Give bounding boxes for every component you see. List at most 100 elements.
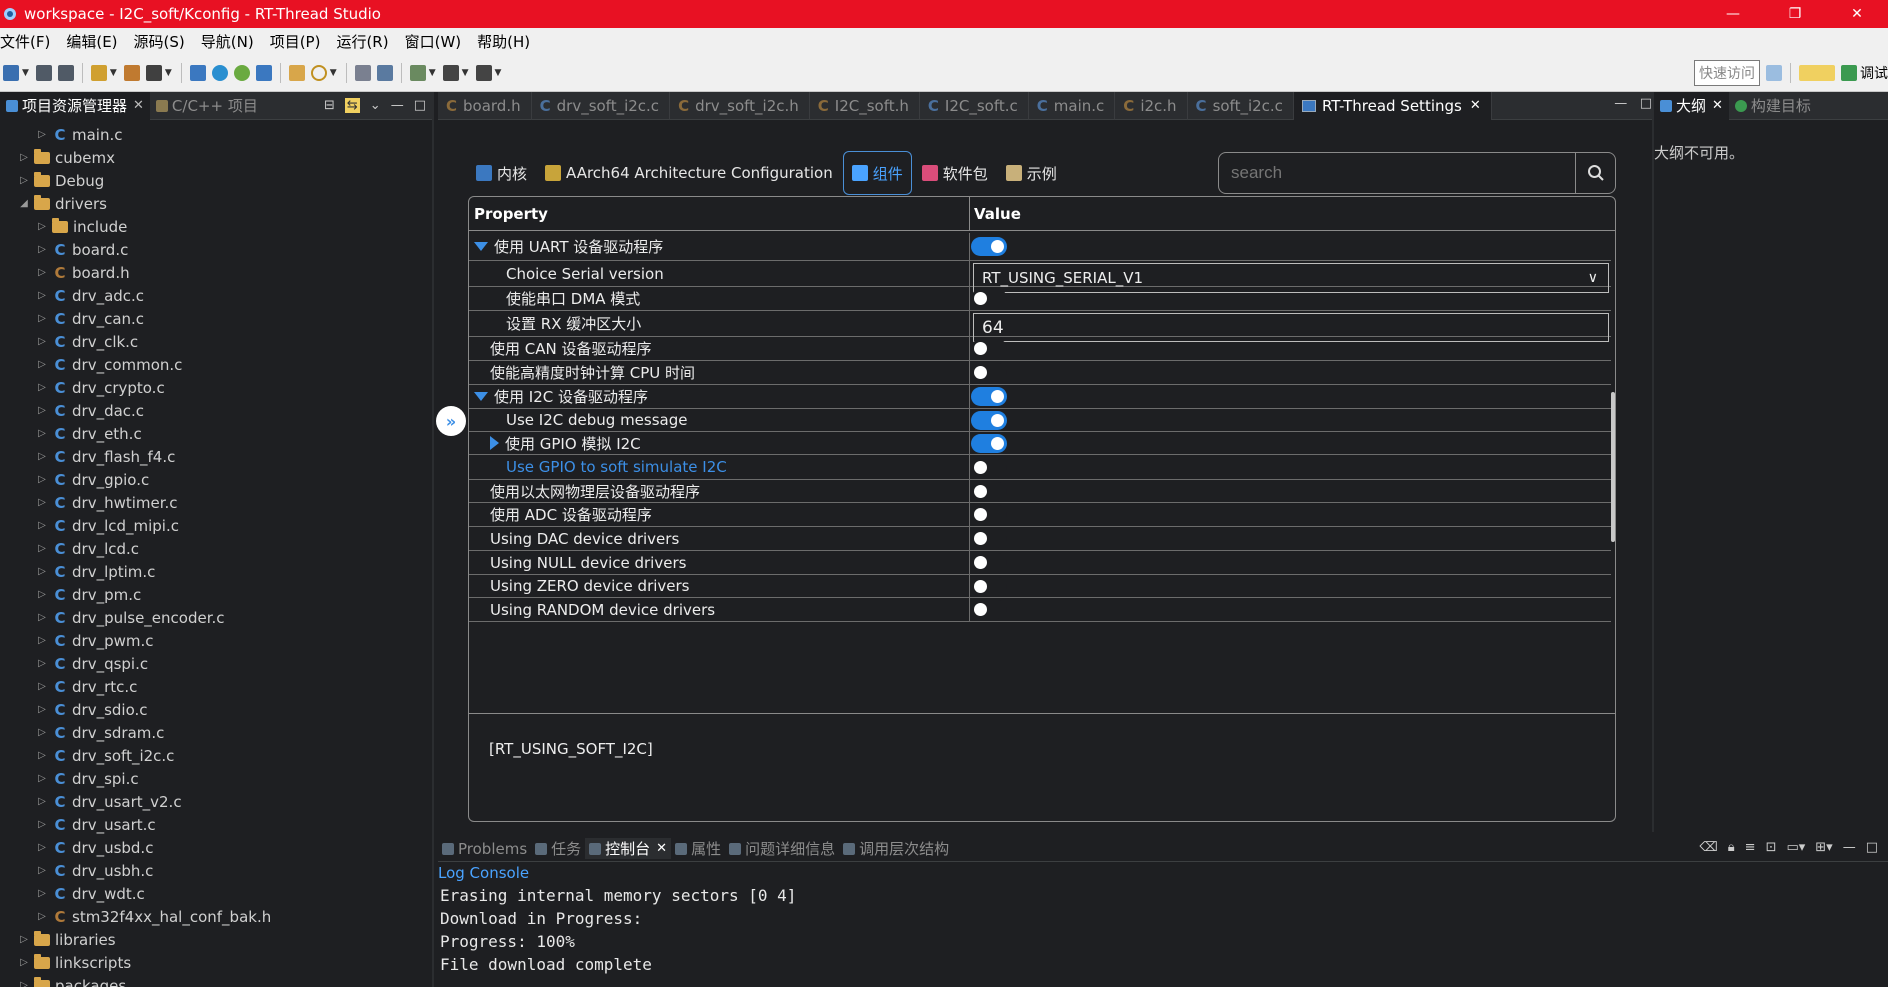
property-row[interactable]: Using RANDOM device drivers <box>469 598 1611 622</box>
editor-tab[interactable]: Csoft_i2c.c <box>1188 91 1294 120</box>
expanded-triangle-icon[interactable] <box>474 392 488 401</box>
save-icon[interactable] <box>35 64 52 81</box>
wrench-icon[interactable] <box>123 64 140 81</box>
tree-item[interactable]: ▷ Cstm32f4xx_hal_conf_bak.h <box>0 905 271 928</box>
property-row[interactable]: 使用 I2C 设备驱动程序 <box>469 385 1611 409</box>
collapsed-chevron-icon[interactable]: ▷ <box>36 221 48 232</box>
collapsed-chevron-icon[interactable]: ▷ <box>36 911 48 922</box>
layers-icon[interactable] <box>376 64 393 81</box>
tree-item[interactable]: ▷ Cdrv_usbd.c <box>0 836 153 859</box>
tools-dropdown-icon[interactable]: ▼ <box>165 68 172 78</box>
tree-item[interactable]: ▷ packages <box>0 974 126 987</box>
collapsed-chevron-icon[interactable]: ▷ <box>36 727 48 738</box>
collapsed-chevron-icon[interactable]: ▷ <box>18 957 30 968</box>
editor-tab[interactable]: Ci2c.h <box>1115 91 1188 120</box>
cpp-perspective-icon[interactable] <box>1799 65 1835 81</box>
tree-item[interactable]: ▷ Cdrv_usart.c <box>0 813 156 836</box>
collapsed-chevron-icon[interactable]: ▷ <box>36 290 48 301</box>
quick-access-input[interactable]: 快速访问 <box>1694 60 1760 86</box>
build-dropdown-icon[interactable]: ▼ <box>110 68 117 78</box>
tree-item[interactable]: ▷ Cdrv_dac.c <box>0 399 144 422</box>
toggle-switch[interactable] <box>971 505 1007 524</box>
menu-help[interactable]: 帮助(H) <box>477 31 530 52</box>
settings-tab[interactable]: 内核 <box>468 151 535 195</box>
terminal-icon[interactable] <box>189 64 206 81</box>
tools-icon[interactable] <box>145 64 162 81</box>
collapsed-chevron-icon[interactable]: ▷ <box>36 773 48 784</box>
menu-window[interactable]: 窗口(W) <box>405 31 462 52</box>
collapsed-chevron-icon[interactable]: ▷ <box>36 796 48 807</box>
collapsed-chevron-icon[interactable]: ▷ <box>36 359 48 370</box>
pin-console-icon[interactable]: ⊡ <box>1766 840 1777 855</box>
editor-tab[interactable]: C I2C_soft.h <box>810 91 920 120</box>
tree-item[interactable]: ▷ Cdrv_crypto.c <box>0 376 165 399</box>
collapsed-chevron-icon[interactable]: ▷ <box>36 129 48 140</box>
settings-tab[interactable]: AArch64 Architecture Configuration <box>537 151 841 195</box>
collapsed-chevron-icon[interactable]: ▷ <box>36 658 48 669</box>
tree-item[interactable]: ▷ Cdrv_clk.c <box>0 330 138 353</box>
collapsed-chevron-icon[interactable]: ▷ <box>36 681 48 692</box>
search-button[interactable] <box>1575 153 1615 193</box>
minimize-icon[interactable]: — <box>1614 96 1627 111</box>
collapsed-chevron-icon[interactable]: ▷ <box>36 819 48 830</box>
minimize-icon[interactable]: — <box>1843 840 1856 855</box>
collapsed-triangle-icon[interactable] <box>490 436 499 450</box>
view-menu-icon[interactable]: ⌄ <box>370 98 381 113</box>
collapsed-chevron-icon[interactable]: ▷ <box>36 520 48 531</box>
toggle-switch[interactable] <box>971 529 1007 548</box>
collapsed-chevron-icon[interactable]: ▷ <box>36 566 48 577</box>
tree-item[interactable]: ◢ drivers <box>0 192 107 215</box>
back-arrow-icon[interactable] <box>442 64 459 81</box>
property-row[interactable]: 使用以太网物理层设备驱动程序 <box>469 480 1611 503</box>
toggle-switch[interactable] <box>971 576 1007 596</box>
property-row[interactable]: Use I2C debug message <box>469 409 1611 432</box>
tree-item[interactable]: ▷ Cdrv_adc.c <box>0 284 144 307</box>
collapsed-chevron-icon[interactable]: ▷ <box>36 865 48 876</box>
link-editor-icon[interactable]: ⇆ <box>344 98 360 113</box>
tab-outline[interactable]: 大纲 ✕ <box>1654 91 1729 120</box>
toggle-switch[interactable] <box>971 363 1007 382</box>
tree-item[interactable]: ▷ libraries <box>0 928 116 951</box>
open-console-icon[interactable]: ⊞▾ <box>1815 840 1832 855</box>
console-tab[interactable]: Problems <box>438 840 531 858</box>
settings-tab[interactable]: 组件 <box>842 151 912 195</box>
menu-project[interactable]: 项目(P) <box>270 31 321 52</box>
expanded-chevron-icon[interactable]: ◢ <box>18 198 30 209</box>
close-icon[interactable]: ✕ <box>656 841 667 856</box>
menu-file[interactable]: 文件(F) <box>0 31 50 52</box>
collapsed-chevron-icon[interactable]: ▷ <box>36 451 48 462</box>
tree-item[interactable]: ▷ cubemx <box>0 146 115 169</box>
collapsed-chevron-icon[interactable]: ▷ <box>36 474 48 485</box>
tree-item[interactable]: ▷ Cdrv_qspi.c <box>0 652 148 675</box>
collapsed-chevron-icon[interactable]: ▷ <box>36 313 48 324</box>
scroll-lock-icon[interactable]: 🔒︎ <box>1728 840 1735 855</box>
editor-tab[interactable]: Cboard.h <box>438 91 532 120</box>
toggle-switch[interactable] <box>971 289 1007 308</box>
settings-gear-icon[interactable] <box>211 64 228 81</box>
word-wrap-icon[interactable]: ≡ <box>1745 840 1756 855</box>
toggle-switch[interactable] <box>971 237 1007 256</box>
annotation-icon[interactable] <box>409 64 426 81</box>
annotation-dropdown-icon[interactable]: ▼ <box>429 68 436 78</box>
maximize-icon[interactable]: □ <box>1866 840 1878 855</box>
collapsed-chevron-icon[interactable]: ▷ <box>36 589 48 600</box>
restore-button[interactable]: ❐ <box>1764 0 1826 28</box>
forward-dropdown-icon[interactable]: ▼ <box>495 68 502 78</box>
search-icon[interactable] <box>310 64 327 81</box>
collapsed-chevron-icon[interactable]: ▷ <box>36 842 48 853</box>
settings-tab[interactable]: 软件包 <box>914 151 996 195</box>
collapsed-chevron-icon[interactable]: ▷ <box>36 704 48 715</box>
property-row[interactable]: Using NULL device drivers <box>469 551 1611 575</box>
property-row[interactable]: Using DAC device drivers <box>469 527 1611 551</box>
collapsed-chevron-icon[interactable]: ▷ <box>36 244 48 255</box>
property-row[interactable]: 设置 RX 缓冲区大小 64 <box>469 311 1611 342</box>
property-row[interactable]: Using ZERO device drivers <box>469 575 1611 598</box>
tree-item[interactable]: ▷ Cboard.c <box>0 238 128 261</box>
collapsed-chevron-icon[interactable]: ▷ <box>18 980 30 987</box>
editor-tab[interactable]: Cmain.c <box>1029 91 1116 120</box>
back-dropdown-icon[interactable]: ▼ <box>462 68 469 78</box>
collapsed-chevron-icon[interactable]: ▷ <box>18 175 30 186</box>
collapsed-chevron-icon[interactable]: ▷ <box>36 635 48 646</box>
tab-cpp-projects[interactable]: C/C++ 项目 <box>150 92 264 120</box>
table-scrollbar[interactable] <box>1611 392 1615 542</box>
